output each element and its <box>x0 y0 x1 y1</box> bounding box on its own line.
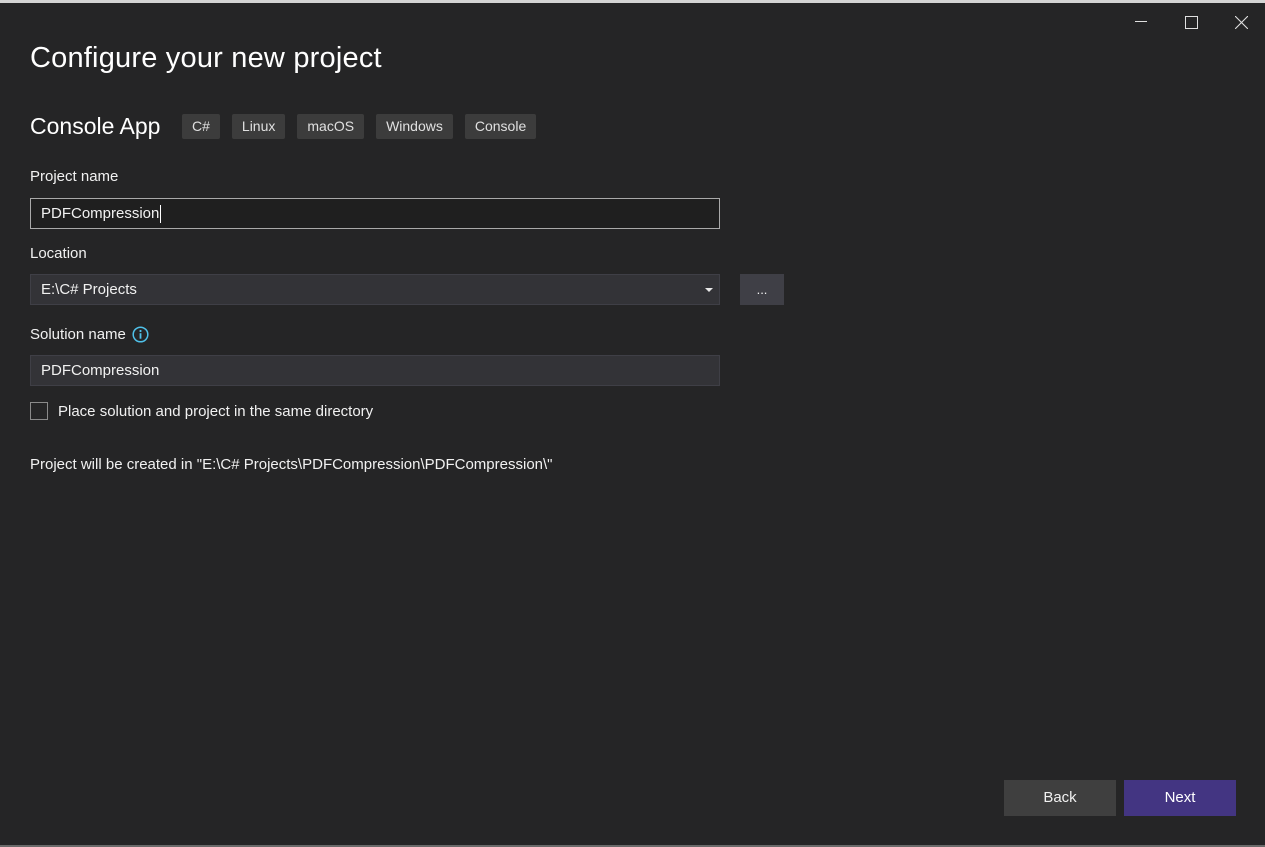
location-value: E:\C# Projects <box>41 281 137 298</box>
project-name-label: Project name <box>30 168 119 185</box>
same-directory-checkbox[interactable] <box>30 402 48 420</box>
chevron-down-icon <box>705 288 713 292</box>
location-label: Location <box>30 245 87 262</box>
same-directory-label[interactable]: Place solution and project in the same d… <box>58 403 373 420</box>
browse-button[interactable]: ... <box>740 274 784 305</box>
text-caret <box>160 205 162 224</box>
minimize-icon <box>1135 21 1147 22</box>
solution-name-label: Solution name <box>30 326 126 343</box>
template-tags: C# Linux macOS Windows Console <box>182 114 537 139</box>
project-name-value: PDFCompression <box>41 205 160 222</box>
solution-name-value: PDFCompression <box>41 362 160 379</box>
project-name-input[interactable]: PDFCompression <box>30 198 720 229</box>
template-name: Console App <box>30 113 161 139</box>
info-icon[interactable] <box>132 326 149 343</box>
project-path-info: Project will be created in "E:\C# Projec… <box>30 456 553 473</box>
tag-windows: Windows <box>376 114 453 139</box>
page-title: Configure your new project <box>30 42 382 74</box>
tag-csharp: C# <box>182 114 220 139</box>
close-icon <box>1234 15 1248 29</box>
solution-name-input[interactable]: PDFCompression <box>30 355 720 386</box>
maximize-button[interactable] <box>1168 6 1214 38</box>
close-button[interactable] <box>1218 6 1264 38</box>
location-dropdown[interactable]: E:\C# Projects <box>30 274 720 305</box>
maximize-icon <box>1184 15 1198 29</box>
next-button[interactable]: Next <box>1124 780 1236 816</box>
tag-console: Console <box>464 114 537 139</box>
back-button[interactable]: Back <box>1004 780 1116 816</box>
tag-linux: Linux <box>231 114 286 139</box>
minimize-button[interactable] <box>1118 6 1164 38</box>
tag-macos: macOS <box>297 114 365 139</box>
